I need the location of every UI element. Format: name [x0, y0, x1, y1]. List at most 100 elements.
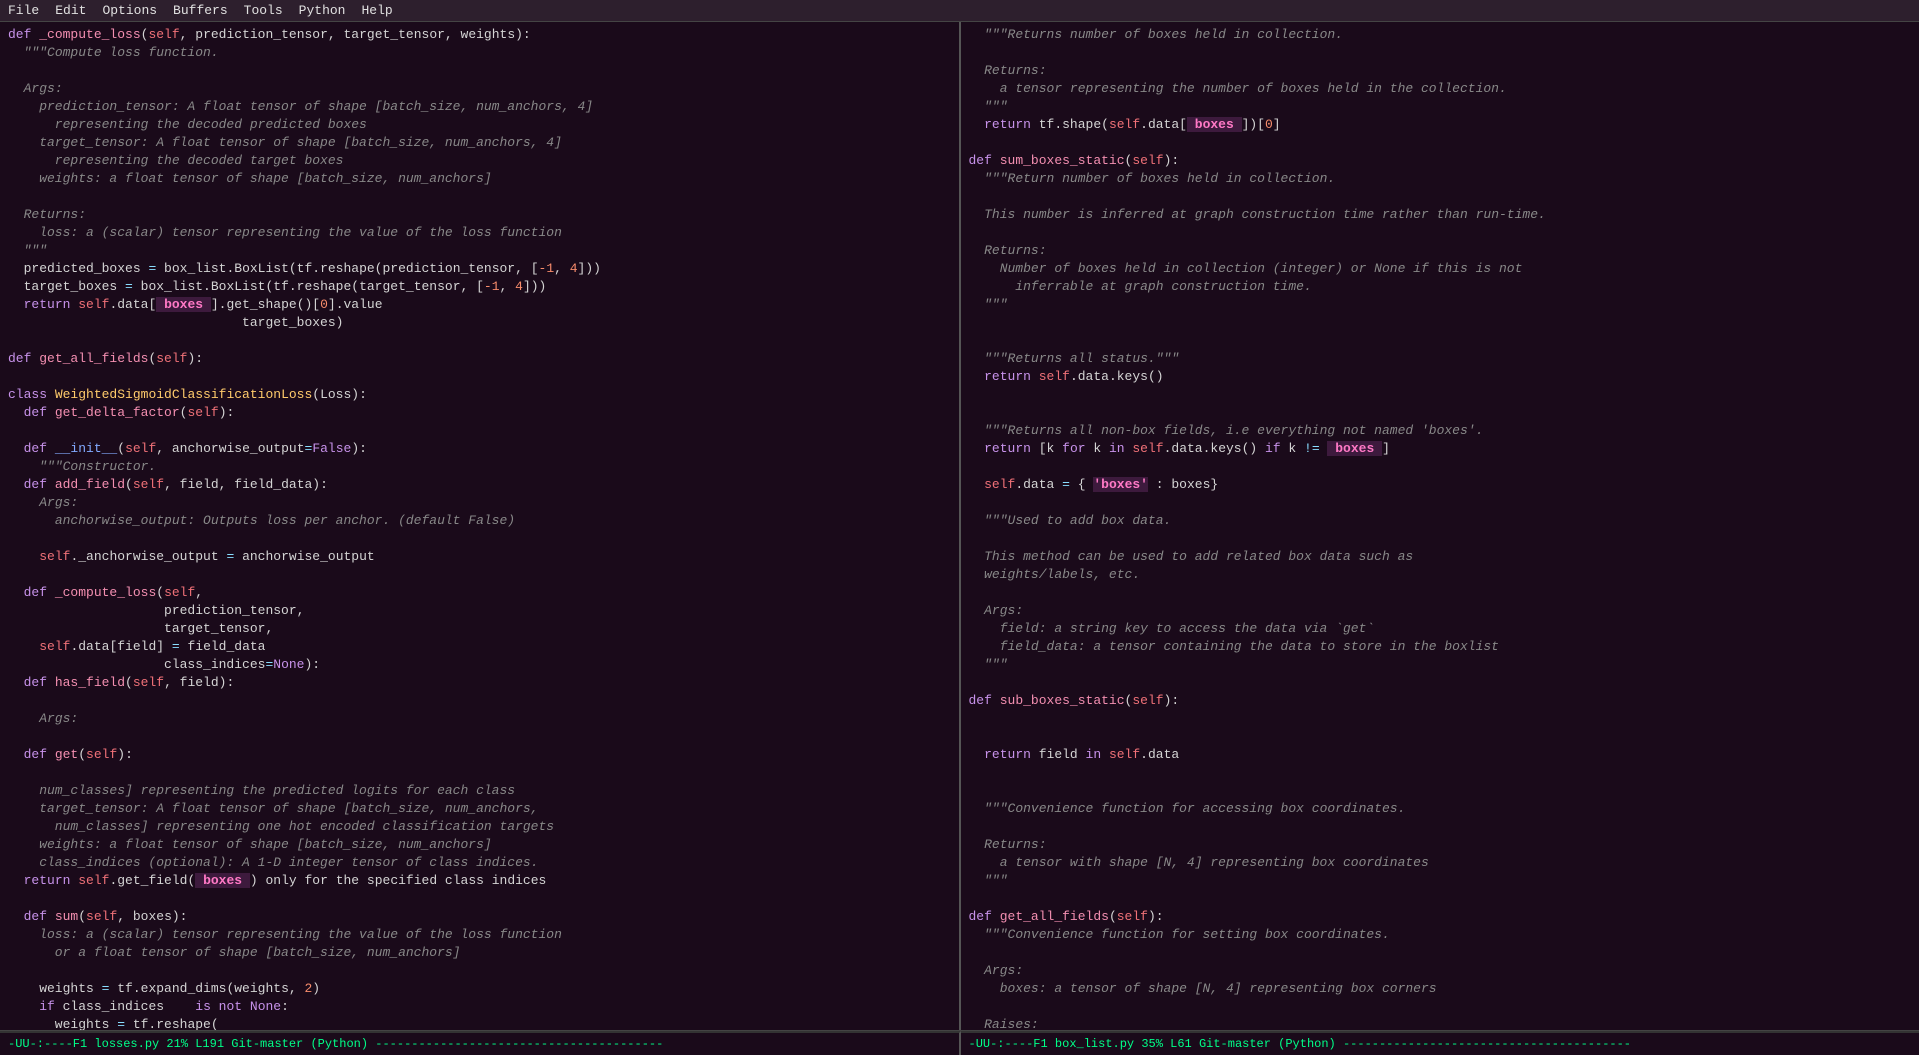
- code-line: weights = tf.reshape(: [0, 1016, 959, 1030]
- status-bar: -UU-:----F1 losses.py 21% L191 Git-maste…: [0, 1030, 1919, 1054]
- menu-options[interactable]: Options: [102, 3, 157, 18]
- code-line: """: [961, 872, 1919, 890]
- code-line: [961, 332, 1919, 350]
- code-line: boxes: a tensor of shape [N, 4] represen…: [961, 980, 1919, 998]
- code-line: Args:: [961, 962, 1919, 980]
- right-code-content: """Returns number of boxes held in colle…: [961, 22, 1919, 1030]
- code-line: [961, 818, 1919, 836]
- code-line: def get_all_fields(self):: [961, 908, 1919, 926]
- code-line: [961, 890, 1919, 908]
- code-line: target_boxes = box_list.BoxList(tf.resha…: [0, 278, 959, 296]
- code-line: Args:: [0, 80, 959, 98]
- code-line: """Compute loss function.: [0, 44, 959, 62]
- code-line: [961, 674, 1919, 692]
- code-line: """Convenience function for accessing bo…: [961, 800, 1919, 818]
- code-line: [0, 728, 959, 746]
- code-line: [961, 44, 1919, 62]
- code-line: class_indices=None):: [0, 656, 959, 674]
- code-line: self.data = { 'boxes' : boxes}: [961, 476, 1919, 494]
- code-line: Raises:: [961, 1016, 1919, 1030]
- code-line: return self.data.keys(): [961, 368, 1919, 386]
- code-line: [0, 530, 959, 548]
- code-line: def _compute_loss(self, prediction_tenso…: [0, 26, 959, 44]
- code-line: num_classes] representing the predicted …: [0, 782, 959, 800]
- code-line: return self.get_field( boxes ) only for …: [0, 872, 959, 890]
- code-line: representing the decoded predicted boxes: [0, 116, 959, 134]
- code-line: """Return number of boxes held in collec…: [961, 170, 1919, 188]
- menu-tools[interactable]: Tools: [244, 3, 283, 18]
- code-line: [961, 314, 1919, 332]
- code-line: def _compute_loss(self,: [0, 584, 959, 602]
- code-line: [0, 422, 959, 440]
- menu-buffers[interactable]: Buffers: [173, 3, 228, 18]
- code-line: [961, 764, 1919, 782]
- code-line: [961, 404, 1919, 422]
- left-editor-pane[interactable]: def _compute_loss(self, prediction_tenso…: [0, 22, 961, 1030]
- code-line: [0, 332, 959, 350]
- code-line: def get_all_fields(self):: [0, 350, 959, 368]
- code-line: loss: a (scalar) tensor representing the…: [0, 224, 959, 242]
- code-line: def get_delta_factor(self):: [0, 404, 959, 422]
- code-line: anchorwise_output: Outputs loss per anch…: [0, 512, 959, 530]
- code-line: prediction_tensor,: [0, 602, 959, 620]
- right-editor-pane[interactable]: """Returns number of boxes held in colle…: [961, 22, 1919, 1030]
- code-line: [0, 62, 959, 80]
- code-line: def has_field(self, field):: [0, 674, 959, 692]
- left-status-pane: -UU-:----F1 losses.py 21% L191 Git-maste…: [0, 1031, 961, 1055]
- code-line: field_data: a tensor containing the data…: [961, 638, 1919, 656]
- code-line: prediction_tensor: A float tensor of sha…: [0, 98, 959, 116]
- code-line: predicted_boxes = box_list.BoxList(tf.re…: [0, 260, 959, 278]
- code-line: [961, 134, 1919, 152]
- code-line: return tf.shape(self.data[ boxes ])[0]: [961, 116, 1919, 134]
- code-line: [961, 386, 1919, 404]
- code-line: Returns:: [961, 836, 1919, 854]
- code-line: Returns:: [961, 242, 1919, 260]
- code-line: """Convenience function for setting box …: [961, 926, 1919, 944]
- code-line: [0, 764, 959, 782]
- code-line: def sum_boxes_static(self):: [961, 152, 1919, 170]
- code-line: This method can be used to add related b…: [961, 548, 1919, 566]
- code-line: target_tensor,: [0, 620, 959, 638]
- code-line: [961, 494, 1919, 512]
- menu-help[interactable]: Help: [361, 3, 392, 18]
- code-line: def sub_boxes_static(self):: [961, 692, 1919, 710]
- code-line: """: [961, 98, 1919, 116]
- left-code-content: def _compute_loss(self, prediction_tenso…: [0, 22, 959, 1030]
- code-line: Returns:: [961, 62, 1919, 80]
- code-line: [961, 944, 1919, 962]
- code-line: self.data[field] = field_data: [0, 638, 959, 656]
- left-status-text: -UU-:----F1 losses.py 21% L191 Git-maste…: [8, 1037, 663, 1051]
- menu-python[interactable]: Python: [299, 3, 346, 18]
- code-line: Args:: [961, 602, 1919, 620]
- code-line: """Used to add box data.: [961, 512, 1919, 530]
- code-line: [0, 962, 959, 980]
- code-line: class WeightedSigmoidClassificationLoss(…: [0, 386, 959, 404]
- code-line: [961, 530, 1919, 548]
- code-line: [0, 692, 959, 710]
- menu-bar: File Edit Options Buffers Tools Python H…: [0, 0, 1919, 22]
- code-line: field: a string key to access the data v…: [961, 620, 1919, 638]
- code-line: [0, 566, 959, 584]
- code-line: target_tensor: A float tensor of shape […: [0, 134, 959, 152]
- code-line: num_classes] representing one hot encode…: [0, 818, 959, 836]
- code-line: """Constructor.: [0, 458, 959, 476]
- code-line: """Returns number of boxes held in colle…: [961, 26, 1919, 44]
- right-status-pane: -UU-:----F1 box_list.py 35% L61 Git-mast…: [961, 1031, 1919, 1055]
- code-line: target_boxes): [0, 314, 959, 332]
- code-line: def get(self):: [0, 746, 959, 764]
- code-line: """: [0, 242, 959, 260]
- code-line: representing the decoded target boxes: [0, 152, 959, 170]
- code-line: Args:: [0, 494, 959, 512]
- code-line: """: [961, 656, 1919, 674]
- code-line: def add_field(self, field, field_data):: [0, 476, 959, 494]
- code-line: [0, 368, 959, 386]
- menu-file[interactable]: File: [8, 3, 39, 18]
- code-line: [961, 710, 1919, 728]
- code-line: Number of boxes held in collection (inte…: [961, 260, 1919, 278]
- menu-edit[interactable]: Edit: [55, 3, 86, 18]
- code-line: target_tensor: A float tensor of shape […: [0, 800, 959, 818]
- code-line: return field in self.data: [961, 746, 1919, 764]
- code-line: self._anchorwise_output = anchorwise_out…: [0, 548, 959, 566]
- code-line: weights = tf.expand_dims(weights, 2): [0, 980, 959, 998]
- code-line: inferrable at graph construction time.: [961, 278, 1919, 296]
